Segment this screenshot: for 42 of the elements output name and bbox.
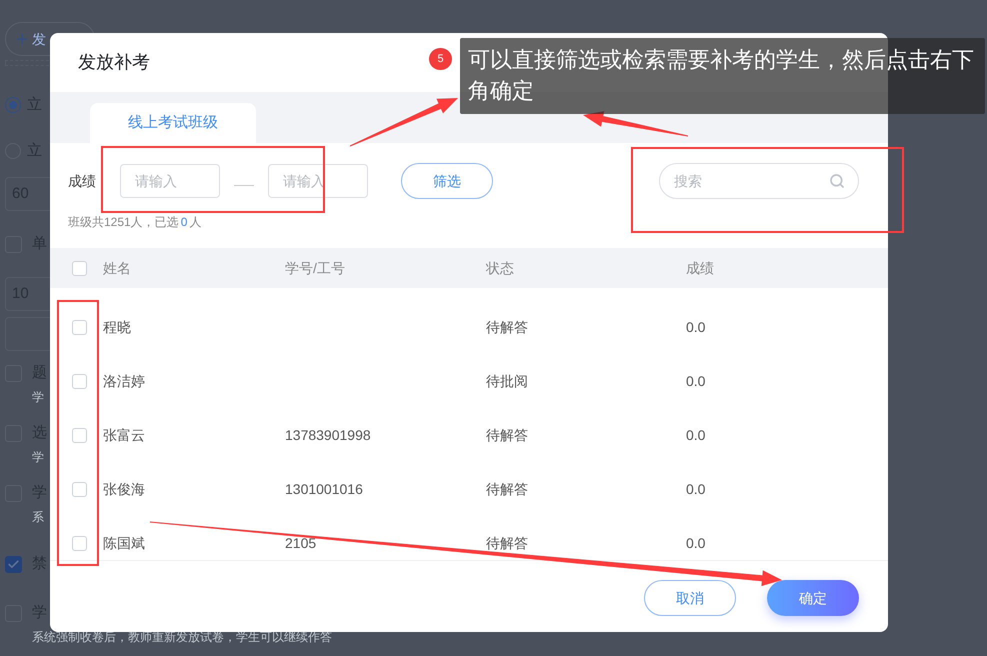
table-cell-text: 0.0 — [686, 318, 706, 336]
table-cell-text: 待批阅 — [486, 372, 529, 390]
column-header: 姓名 — [103, 258, 132, 278]
table-cell-text: 待解答 — [486, 318, 529, 336]
tab[interactable]: 线上考试班级 — [90, 103, 256, 143]
option-caption: 学 — [32, 449, 45, 466]
table-cell-text: 洛洁婷 — [103, 372, 146, 390]
table-cell-text: 待解答 — [486, 480, 529, 498]
column-header: 成绩 — [686, 258, 715, 278]
option-caption: 系 — [32, 509, 45, 526]
table-cell-text: 待解答 — [486, 426, 529, 444]
table-cell: 2105 — [285, 534, 316, 550]
radio-button[interactable] — [5, 97, 21, 113]
min-score-field[interactable]: 请输入 — [120, 164, 220, 198]
search-icon — [829, 173, 845, 189]
column-header: 状态 — [486, 258, 515, 278]
table-cell-text: 0.0 — [686, 372, 706, 390]
table-cell-text: 张富云 — [103, 426, 146, 444]
table-cell: 13783901998 — [285, 426, 371, 442]
filter-label: 成绩 — [68, 172, 97, 190]
table-cell-text: 0.0 — [686, 480, 706, 498]
add-button-label: 发 — [32, 30, 46, 48]
selection-summary: 班级共1251人，已选 0 人 — [68, 214, 202, 231]
table-cell-text: 0.0 — [686, 426, 706, 444]
table-cell-text: 0.0 — [686, 534, 706, 552]
table-cell-text: 张俊海 — [103, 480, 146, 498]
column-header: 学号/工号 — [285, 258, 346, 278]
table-cell-text: 待解答 — [486, 534, 529, 552]
option-caption: 学 — [32, 389, 45, 406]
checkbox[interactable] — [5, 556, 22, 572]
table-cell-text: 陈国斌 — [103, 534, 146, 552]
filter-button[interactable]: 筛选 — [401, 163, 493, 199]
cancel-button[interactable]: 取消 — [644, 580, 736, 616]
plus-icon — [14, 31, 30, 47]
search-field[interactable]: 搜索 — [659, 163, 859, 199]
confirm-button[interactable]: 确定 — [767, 580, 859, 616]
max-score-field[interactable]: 请输入 — [268, 164, 368, 198]
check-icon — [7, 558, 20, 570]
table-cell-text: 程晓 — [103, 318, 132, 336]
tooltip: 可以直接筛选或检索需要补考的学生，然后点击右下角确定 — [460, 38, 985, 114]
table-cell: 1301001016 — [285, 480, 363, 496]
dialog-title: 发放补考 — [78, 51, 150, 74]
